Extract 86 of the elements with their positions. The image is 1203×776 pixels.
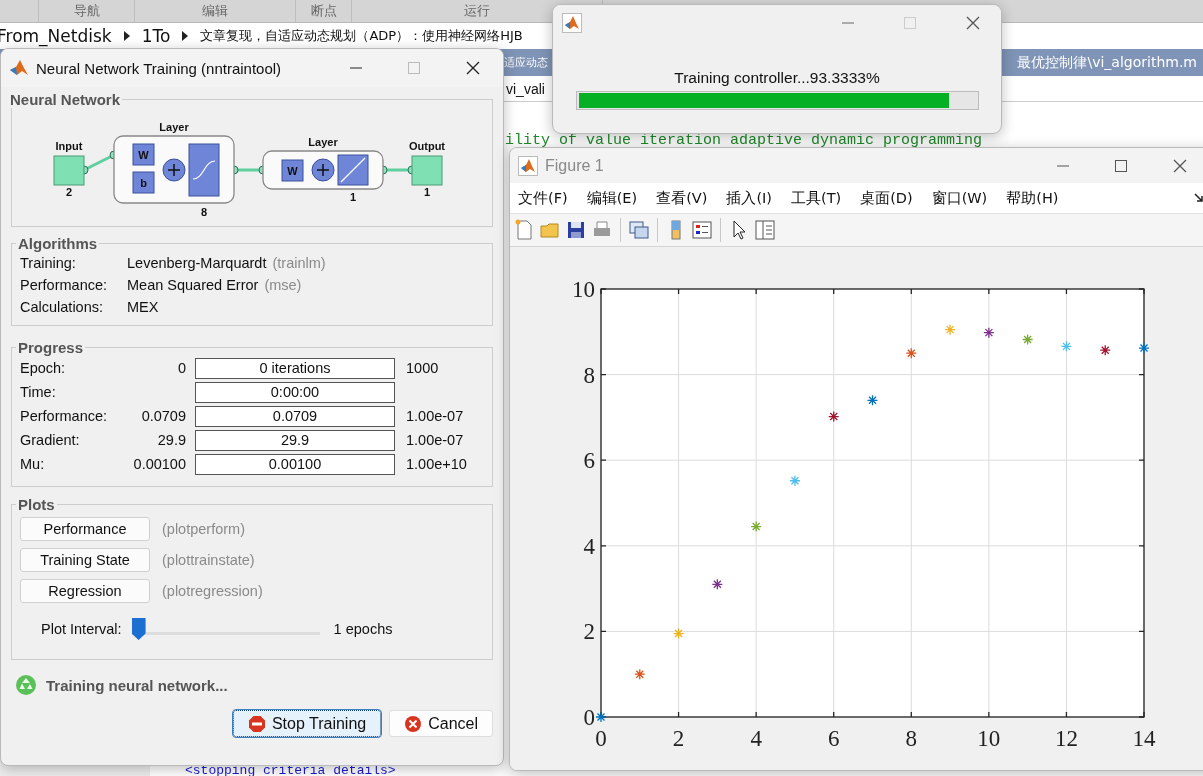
progress-value-box: 0.0709 [195,405,395,427]
y-tick-label: 10 [572,277,595,302]
progress-value-box: 0 iterations [195,357,395,379]
input-label: Input [55,140,83,152]
algorithm-label: Calculations: [20,299,104,315]
algorithm-function: (mse) [264,277,302,293]
y-tick-label: 8 [583,362,595,388]
layer-label: Layer [308,136,338,148]
weight-block: W [281,159,304,182]
group-title: Progress [17,339,85,356]
dialog-button[interactable]: Cancel [389,710,493,737]
start-value: 0.00100 [133,456,186,472]
layer-label: Layer [159,121,189,133]
code-line: <stopping criteria details> [185,764,397,776]
target-value: 1000 [406,360,439,376]
menu-item[interactable]: 工具(T) [790,188,842,208]
start-value: 0.0709 [141,408,186,424]
dialog-button[interactable]: Stop Training [232,710,382,737]
progress-label: Gradient: [20,432,81,448]
file-path-text: 最优控制律\vi_algorithm.m [1017,53,1197,72]
toolstrip-section-label: 断点 [296,0,352,22]
plot-button[interactable]: Training State [20,547,150,572]
plot-button[interactable]: Regression [20,578,150,603]
y-tick-label: 6 [583,448,595,474]
breadcrumb-item[interactable]: 1To [141,26,171,46]
plot-function: (plottrainstate) [162,551,255,568]
target-value: 1.00e-07 [406,432,464,448]
toolstrip-section-label: 导航 [39,0,135,22]
algorithm-label: Performance: [20,277,109,293]
algorithm-value: MEX [127,299,159,315]
progress-label: Epoch: [20,360,67,376]
menu-item[interactable]: 文件(F) [518,188,568,208]
menu-item[interactable]: 插入(I) [726,188,772,208]
menu-item[interactable]: 桌面(D) [860,188,913,208]
x-tick-label: 8 [905,726,918,751]
x-tick-label: 10 [977,726,1001,751]
group-title: Plots [17,496,56,513]
algorithm-value: Mean Squared Error [127,277,259,293]
input-size: 2 [65,186,73,198]
x-tick-label: 0 [595,726,607,751]
progress-message: Training controller...93.3333% [673,69,881,87]
x-tick-label: 14 [1132,726,1156,751]
plot-interval-value: 1 epochs [333,621,393,637]
plot-button[interactable]: Performance [20,516,150,541]
breadcrumb-item[interactable]: 文章复现，自适应动态规划（ADP）：使用神经网络HJB [200,27,523,45]
menu-item[interactable]: 查看(V) [656,188,708,208]
plot-interval-label: Plot Interval: [41,621,122,637]
toolstrip-section-label: 编辑 [135,0,296,22]
menu-item[interactable]: 窗口(W) [931,188,988,208]
algorithm-function: (trainlm) [272,255,326,271]
start-value: 0 [177,360,186,376]
progress-value-box: 29.9 [195,429,395,451]
y-tick-label: 4 [583,533,595,559]
output-size: 1 [423,186,431,198]
file-path-text: 适应动态 [504,55,548,70]
bias-block: b [132,171,155,194]
progress-label: Time: [20,384,57,400]
x-tick-label: 12 [1054,726,1078,751]
progress-label: Performance: [20,408,109,424]
layer-size: 1 [349,191,357,203]
status-text: Training neural network... [46,676,228,694]
target-value: 1.00e+10 [406,456,467,472]
plot-function: (plotperform) [162,520,245,537]
progress-label: Mu: [20,456,46,472]
menu-item[interactable]: 帮助(H) [1006,188,1059,208]
window-title: Neural Network Training (nntraintool) [36,59,282,77]
weight-block: W [132,143,155,166]
plot-function: (plotregression) [162,582,263,599]
progress-value-box: 0:00:00 [195,381,395,403]
window-title: Figure 1 [545,156,604,175]
group-title: Algorithms [17,235,99,252]
editor-tab[interactable]: vi_vali [506,80,545,97]
algorithm-value: Levenberg-Marquardt [127,255,267,271]
x-tick-label: 4 [750,726,762,751]
y-tick-label: 2 [583,619,595,645]
y-tick-label: 0 [583,705,595,730]
algorithm-label: Training: [20,255,77,271]
target-value: 1.00e-07 [406,408,464,424]
x-tick-label: 2 [672,726,685,751]
menu-item[interactable]: 编辑(E) [586,188,638,208]
start-value: 29.9 [157,432,186,448]
layer-size: 8 [200,206,208,218]
progress-value-box: 0.00100 [195,453,395,475]
group-title: Neural Network [9,91,122,108]
x-tick-label: 6 [827,726,840,751]
output-label: Output [409,140,445,152]
